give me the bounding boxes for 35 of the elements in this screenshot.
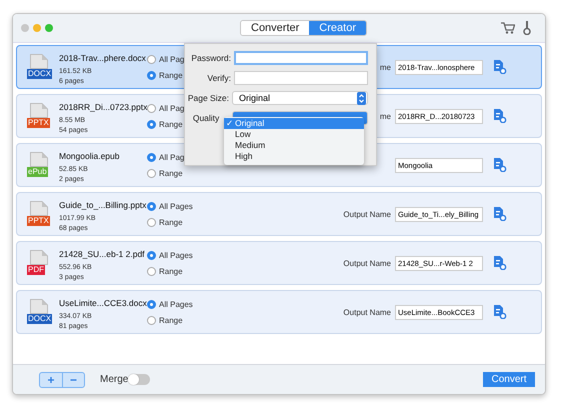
file-name: 2018-Trav...phere.docx [59, 52, 146, 64]
file-type-badge: DOCX [27, 69, 52, 79]
radio-label: All Pag [159, 54, 184, 64]
radio-label: Range [159, 316, 183, 324]
file-type-badge: PPTX [27, 216, 50, 226]
radio-label: Range [159, 70, 183, 80]
radio-label: Range [159, 218, 183, 226]
file-name: UseLimite...CCE3.docx [59, 298, 147, 308]
file-name: 2018RR_Di...0723.pptx [59, 102, 148, 112]
field-label: Password: [190, 53, 231, 63]
radio-label: All Pages [159, 300, 193, 308]
file-name: Mongoolia.epub [59, 150, 120, 162]
field-label: Verify: [206, 73, 231, 83]
merge-label: Merge [100, 374, 128, 385]
radio-label: Range [159, 120, 183, 128]
radio-label: All Pages [159, 250, 193, 260]
field-label: Quality [192, 113, 220, 123]
file-type-badge: DOCX [27, 314, 52, 324]
file-name: Guide_to_...Billing.pptx [59, 200, 146, 210]
output-label: me [380, 112, 391, 120]
radio-label: Range [159, 266, 183, 276]
radio-label: All Pag [159, 104, 184, 112]
output-label: me [380, 62, 391, 72]
radio-label: All Pag [159, 152, 184, 162]
file-type-badge: PDF [27, 265, 45, 275]
output-label: Output Name [343, 258, 391, 268]
select-value: Original [238, 93, 270, 103]
file-name: 21428_SU...eb-1 2.pdf [59, 248, 145, 260]
file-type-badge: PPTX [27, 118, 50, 128]
output-label: Output Name [343, 210, 391, 218]
output-label: Output Name [343, 308, 391, 316]
radio-label: Range [159, 168, 183, 178]
file-type-badge: ePub [27, 167, 48, 177]
radio-label: All Pages [159, 202, 193, 210]
field-label: Page Size: [186, 93, 229, 103]
